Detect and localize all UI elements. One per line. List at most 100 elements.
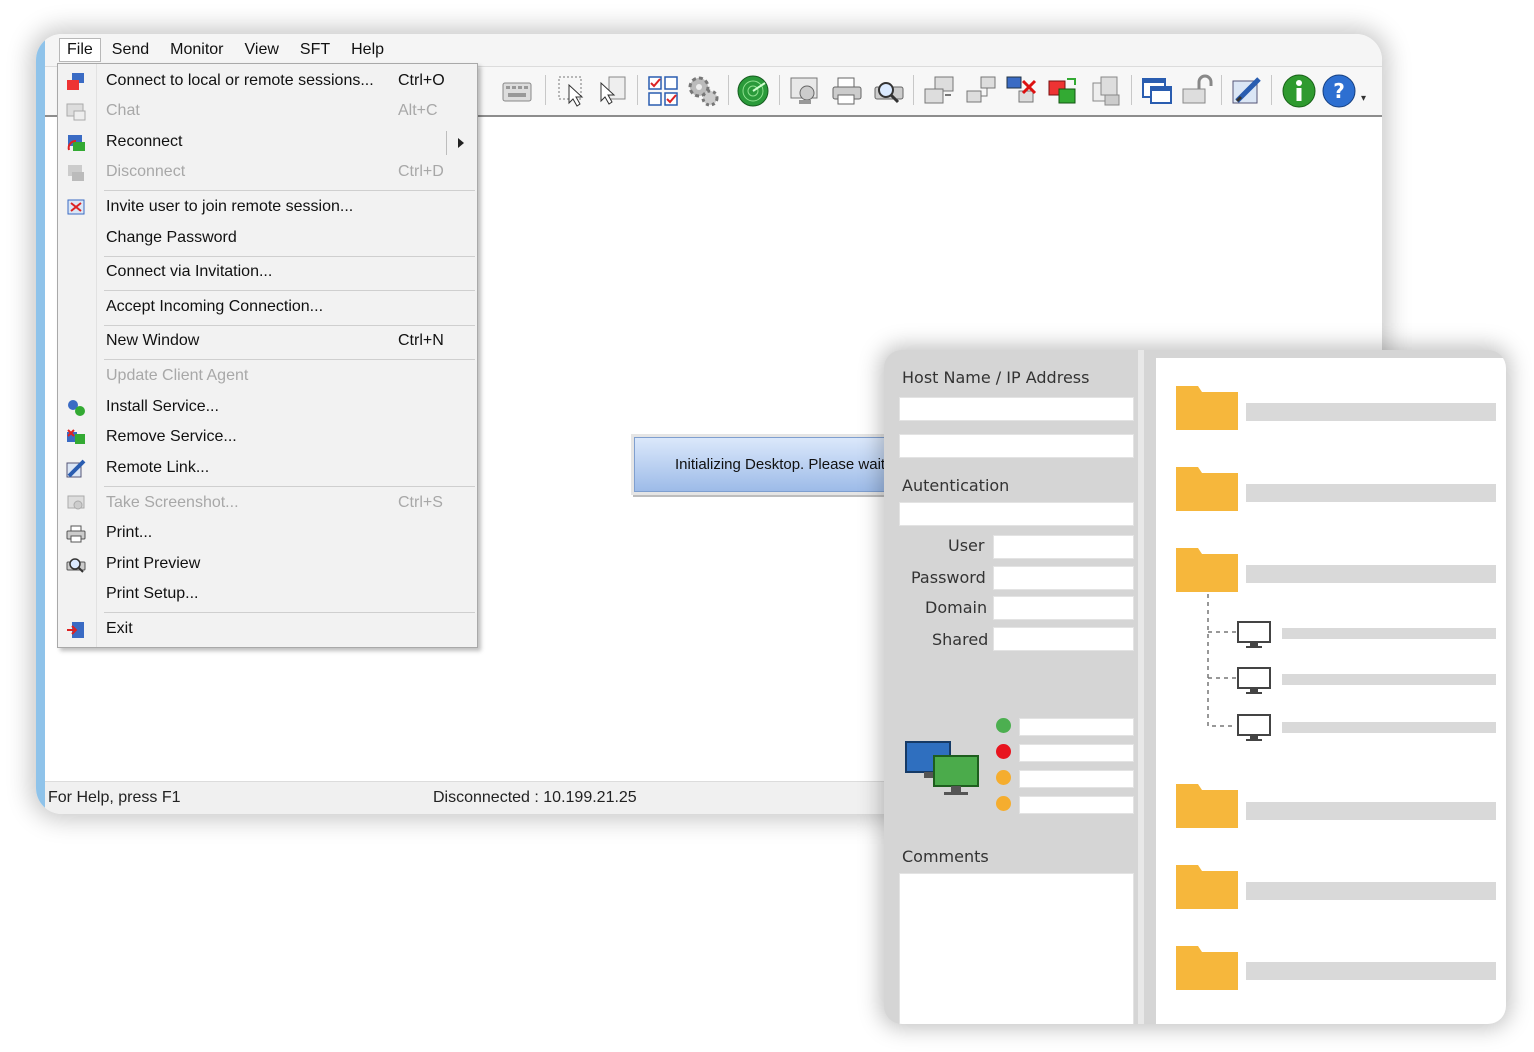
menu-item-new-window[interactable]: New Window Ctrl+N xyxy=(58,328,477,356)
menu-item-remote-link[interactable]: Remote Link... xyxy=(58,455,477,483)
checklist-icon[interactable] xyxy=(645,73,681,109)
keyboard-icon[interactable] xyxy=(499,73,535,109)
menu-item-take-screenshot: Take Screenshot... Ctrl+S xyxy=(58,490,477,518)
menu-item-print-preview[interactable]: Print Preview xyxy=(58,551,477,579)
menu-item-change-password[interactable]: Change Password xyxy=(58,225,477,253)
menu-monitor[interactable]: Monitor xyxy=(160,38,233,62)
menu-item-label: Connect to local or remote sessions... xyxy=(106,72,374,89)
menu-separator xyxy=(104,486,475,487)
menu-item-shortcut: Ctrl+D xyxy=(398,163,444,180)
menu-separator xyxy=(104,359,475,360)
menu-item-label: Print Preview xyxy=(106,555,201,572)
menu-send[interactable]: Send xyxy=(102,38,159,62)
remove-service-icon xyxy=(66,428,86,448)
menu-item-shortcut: Ctrl+S xyxy=(398,494,443,511)
session-tree xyxy=(1156,358,1506,1024)
toolbar-separator xyxy=(913,75,914,105)
comments-field[interactable] xyxy=(899,873,1134,1024)
menu-item-label: Take Screenshot... xyxy=(106,494,239,511)
tree-item-bar xyxy=(1246,484,1496,502)
menu-item-shortcut: Ctrl+N xyxy=(398,332,444,349)
tree-item-bar xyxy=(1282,628,1496,639)
computer-icon xyxy=(1236,666,1272,696)
folder-icon xyxy=(1176,861,1238,909)
menu-item-invite[interactable]: Invite user to join remote session... xyxy=(58,194,477,222)
tree-item-bar xyxy=(1282,722,1496,733)
tree-item-bar xyxy=(1282,674,1496,685)
network-icon[interactable] xyxy=(963,73,999,109)
toolbar-separator xyxy=(779,75,780,105)
host-field[interactable] xyxy=(899,397,1134,421)
menu-item-install-service[interactable]: Install Service... xyxy=(58,394,477,422)
status-help-text: For Help, press F1 xyxy=(48,789,181,806)
file-transfer-icon[interactable] xyxy=(1087,73,1123,109)
host-label: Host Name / IP Address xyxy=(902,368,1090,387)
tree-item-bar xyxy=(1246,565,1496,583)
auth-field[interactable] xyxy=(899,502,1134,526)
connect-icon[interactable] xyxy=(921,73,957,109)
status-dot-green xyxy=(996,718,1011,733)
remote-link-icon xyxy=(66,459,86,479)
ip-field[interactable] xyxy=(899,434,1134,458)
toolbar-separator xyxy=(1271,75,1272,105)
window-icon[interactable] xyxy=(1139,73,1175,109)
menu-item-accept-incoming[interactable]: Accept Incoming Connection... xyxy=(58,294,477,322)
computer-icon xyxy=(1236,620,1272,650)
menu-separator xyxy=(104,325,475,326)
pointer-icon[interactable] xyxy=(595,73,631,109)
menu-item-label: Remote Link... xyxy=(106,459,210,476)
print-icon xyxy=(66,524,86,544)
menu-item-exit[interactable]: Exit xyxy=(58,616,477,644)
toolbar-separator xyxy=(1221,75,1222,105)
screenshot-icon[interactable] xyxy=(787,73,823,109)
panel-divider xyxy=(1138,350,1144,1024)
transfer-icon[interactable] xyxy=(1045,73,1081,109)
menu-item-disconnect: Disconnect Ctrl+D xyxy=(58,159,477,187)
remote-link-icon[interactable] xyxy=(1229,73,1265,109)
menu-item-print-setup[interactable]: Print Setup... xyxy=(58,581,477,609)
domain-field[interactable] xyxy=(993,596,1134,620)
toolbar-overflow-icon[interactable]: ▾ xyxy=(1361,93,1369,109)
status-field xyxy=(1019,718,1134,736)
menu-item-connect-invitation[interactable]: Connect via Invitation... xyxy=(58,259,477,287)
radar-icon[interactable] xyxy=(735,73,771,109)
status-field xyxy=(1019,796,1134,814)
menu-item-connect[interactable]: Connect to local or remote sessions... C… xyxy=(58,68,477,96)
menu-item-print[interactable]: Print... xyxy=(58,520,477,548)
invite-icon xyxy=(66,198,86,218)
menu-item-label: Connect via Invitation... xyxy=(106,263,273,280)
menu-item-label: Change Password xyxy=(106,229,237,246)
password-label: Password xyxy=(911,568,986,587)
menu-item-label: Print... xyxy=(106,524,153,541)
select-icon[interactable] xyxy=(555,73,591,109)
status-field xyxy=(1019,744,1134,762)
menu-item-label: Exit xyxy=(106,620,133,637)
folder-icon xyxy=(1176,942,1238,990)
menu-sft[interactable]: SFT xyxy=(290,38,340,62)
menu-item-shortcut: Ctrl+O xyxy=(398,72,445,89)
monitors-icon xyxy=(904,740,982,798)
menu-help[interactable]: Help xyxy=(341,38,394,62)
disconnect-icon xyxy=(66,163,86,183)
menu-view[interactable]: View xyxy=(235,38,289,62)
lock-icon[interactable] xyxy=(1179,73,1215,109)
disconnect-network-icon[interactable] xyxy=(1003,73,1039,109)
tree-item-bar xyxy=(1246,802,1496,820)
status-dot-orange xyxy=(996,796,1011,811)
menu-item-remove-service[interactable]: Remove Service... xyxy=(58,424,477,452)
help-icon[interactable]: ? xyxy=(1321,73,1357,109)
status-field xyxy=(1019,770,1134,788)
menu-item-label: Accept Incoming Connection... xyxy=(106,298,324,315)
password-field[interactable] xyxy=(993,566,1134,590)
print-preview-icon[interactable] xyxy=(871,73,907,109)
user-field[interactable] xyxy=(993,535,1134,559)
info-icon[interactable] xyxy=(1281,73,1317,109)
window-edge xyxy=(36,34,45,814)
menu-item-reconnect[interactable]: Reconnect xyxy=(58,129,477,157)
toolbar-separator xyxy=(545,75,546,105)
toolbar-separator xyxy=(637,75,638,105)
print-icon[interactable] xyxy=(829,73,865,109)
shared-field[interactable] xyxy=(993,627,1134,651)
settings-gear-icon[interactable] xyxy=(685,73,721,109)
menu-file[interactable]: File xyxy=(59,38,101,62)
